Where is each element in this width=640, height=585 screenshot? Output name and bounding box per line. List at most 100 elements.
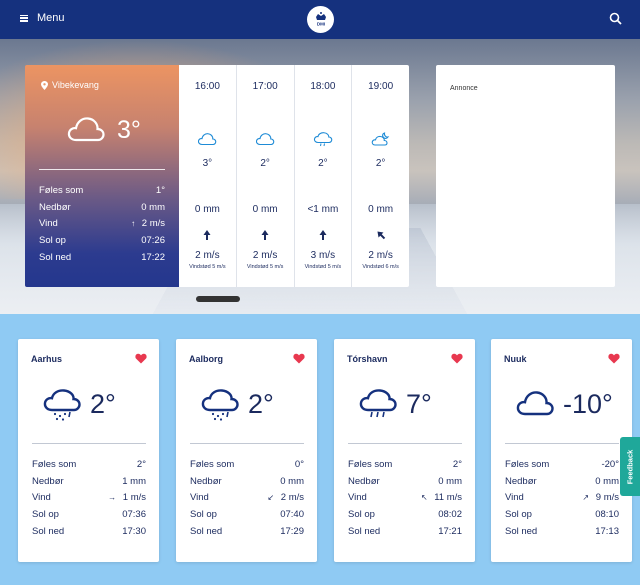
cloud-icon [198, 133, 217, 146]
stat-value: 07:40 [280, 509, 304, 521]
stat-value: 17:30 [122, 526, 146, 538]
stat-value: 17:22 [141, 252, 165, 264]
stat-label: Sol ned [348, 526, 381, 538]
heart-icon[interactable] [293, 353, 305, 364]
stat-value-group: -20° [601, 459, 619, 470]
hour-column[interactable]: 17:00 2° 0 mm 2 m/s Vindstød 5 m/s [235, 65, 294, 287]
stat-value-group: 0 mm [280, 476, 304, 487]
hour-temperature: 2° [260, 158, 270, 169]
stat-value: 11 m/s [434, 492, 462, 504]
stat-value-group: 1° [156, 185, 165, 196]
city-card[interactable]: Tórshavn 7° Føles som 2° Nedbør 0 mm Vin… [334, 339, 475, 562]
ad-label: Annonce [450, 85, 478, 92]
city-temperature: 2° [90, 389, 116, 419]
advertisement[interactable]: Annonce [436, 65, 615, 287]
dmi-logo[interactable]: DMI [307, 6, 334, 33]
city-name: Aalborg [189, 354, 224, 364]
stat-value-group: 0 mm [141, 202, 165, 213]
stat-label: Sol op [348, 509, 375, 521]
stat-value-group: ↑ 2 m/s [131, 218, 165, 229]
current-temperature: 3° [117, 116, 141, 144]
stat-value: 2 m/s [141, 218, 165, 230]
stat-value: 2 m/s [280, 492, 304, 504]
stat-value: 07:36 [122, 509, 146, 521]
divider [190, 443, 304, 444]
stat-value-group: ↙ 2 m/s [267, 492, 304, 503]
wind-arrow-icon [377, 231, 385, 240]
city-stats: Føles som 2° Nedbør 1 mm Vind → 1 m/s So… [32, 456, 146, 540]
stat-label: Føles som [190, 458, 235, 470]
city-card[interactable]: Aarhus 2° Føles som 2° Nedbør 1 mm Vind … [18, 339, 159, 562]
stat-value: 08:02 [438, 509, 462, 521]
stat-row: Sol op 08:02 [348, 506, 462, 523]
city-temperature: -10° [563, 389, 613, 419]
hour-time: 19:00 [368, 81, 394, 92]
stat-label: Sol ned [190, 526, 223, 538]
stat-label: Sol op [505, 509, 532, 521]
cloud-icon [256, 133, 275, 146]
wind-arrow-icon [319, 230, 327, 240]
menu-button[interactable]: Menu [20, 12, 65, 24]
top-navigation-bar: Menu DMI [0, 0, 640, 39]
city-stats: Føles som -20° Nedbør 0 mm Vind ↗ 9 m/s … [505, 456, 619, 540]
feedback-tab[interactable]: Feedback [620, 437, 640, 496]
city-name: Nuuk [504, 354, 527, 364]
stat-label: Føles som [39, 184, 84, 196]
location-name: Vibekevang [52, 80, 99, 90]
heart-icon[interactable] [135, 353, 147, 364]
hour-column[interactable]: 16:00 3° 0 mm 2 m/s Vindstød 5 m/s [179, 65, 236, 287]
heart-icon[interactable] [451, 353, 463, 364]
stat-row: Sol ned 17:29 [190, 523, 304, 540]
hour-wind-speed: 2 m/s [252, 250, 278, 261]
hour-time: 18:00 [310, 81, 336, 92]
hour-column[interactable]: 19:00 2° 0 mm 2 m/s Vindstød 6 m/s [351, 65, 409, 287]
wind-arrow-icon [203, 230, 211, 240]
stat-label: Nedbør [39, 201, 71, 213]
stat-label: Føles som [505, 458, 550, 470]
wind-direction-icon: ↗ [582, 493, 590, 503]
stat-row: Nedbør 0 mm [190, 473, 304, 490]
stat-value-group: 17:21 [438, 526, 462, 537]
stat-value-group: 2° [453, 459, 462, 470]
stat-value-group: 17:30 [122, 526, 146, 537]
stat-value-group: 2° [137, 459, 146, 470]
hour-precipitation: 0 mm [252, 204, 278, 215]
stat-label: Nedbør [190, 475, 222, 487]
hour-precipitation: 0 mm [368, 204, 394, 215]
heart-icon[interactable] [608, 353, 620, 364]
search-button[interactable] [609, 12, 623, 26]
stat-row: Føles som 2° [32, 456, 146, 473]
hour-column[interactable]: 18:00 2° <1 mm 3 m/s Vindstød 5 m/s [293, 65, 352, 287]
stat-value-group: 1 mm [122, 476, 146, 487]
stat-value: 0 mm [280, 475, 304, 487]
stat-row: Nedbør 1 mm [32, 473, 146, 490]
stat-row: Sol op 07:36 [32, 506, 146, 523]
divider [32, 443, 146, 444]
stat-label: Føles som [32, 458, 77, 470]
stat-row: Føles som -20° [505, 456, 619, 473]
location[interactable]: Vibekevang [41, 80, 99, 90]
stat-row: Vind ↙ 2 m/s [190, 490, 304, 507]
stat-row: Sol ned 17:30 [32, 523, 146, 540]
stat-value: 1° [155, 184, 165, 196]
hour-wind-gust: Vindstød 5 m/s [246, 264, 284, 270]
hour-temperature: 3° [202, 158, 213, 169]
hour-wind-speed: 2 m/s [368, 250, 393, 261]
stat-row: Sol ned 17:21 [348, 523, 462, 540]
current-stats: Føles som 1° Nedbør 0 mm Vind ↑ 2 m/s So… [39, 182, 165, 266]
stat-value: 0 mm [595, 475, 619, 487]
city-name: Tórshavn [347, 354, 388, 364]
stat-row: Vind → 1 m/s [32, 490, 146, 507]
wind-direction-icon: ↑ [131, 219, 136, 229]
stat-value-group: 17:29 [280, 526, 304, 537]
city-card[interactable]: Aalborg 2° Føles som 0° Nedbør 0 mm Vind… [176, 339, 317, 562]
stat-label: Sol op [39, 235, 66, 247]
city-card[interactable]: Nuuk -10° Føles som -20° Nedbør 0 mm Vin… [491, 339, 632, 562]
stat-label: Vind [39, 218, 58, 230]
wind-direction-icon: → [108, 493, 117, 503]
hour-time: 17:00 [252, 81, 278, 92]
hour-wind-gust: Vindstød 5 m/s [304, 264, 342, 270]
stat-label: Sol ned [32, 526, 65, 538]
stat-label: Føles som [348, 458, 393, 470]
current-weather-card[interactable]: Vibekevang 3° Føles som 1° Nedbør 0 mm V… [25, 65, 179, 287]
